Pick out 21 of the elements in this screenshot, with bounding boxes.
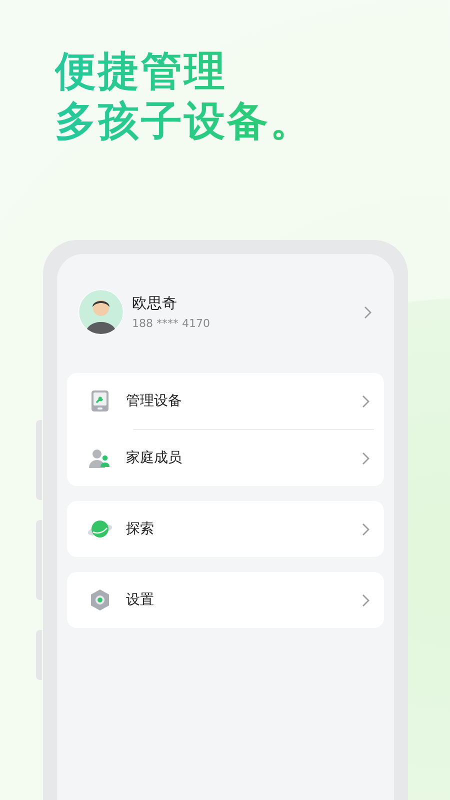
user-name: 欧思奇 [132,292,178,312]
menu-item[interactable]: 家庭成员 [67,430,384,486]
profile-row[interactable]: 欧思奇 188 **** 4170 [67,289,384,335]
planet-icon [87,519,113,539]
avatar [78,289,124,335]
chevron-right-icon [362,594,370,606]
chevron-right-icon [362,452,370,464]
menu-label: 探索 [126,520,155,538]
menu-label: 管理设备 [126,392,183,410]
chevron-right-icon [364,306,372,318]
chevron-right-icon [362,394,370,408]
chevron-right-icon [362,522,370,536]
menu-item[interactable]: 探索 [67,501,384,557]
phone-number: 188 **** 4170 [132,316,211,332]
phone-wrench-icon [91,390,109,412]
menu-item[interactable]: 设置 [67,572,384,628]
settings-icon [90,589,110,611]
people-icon [89,448,111,468]
menu-label: 家庭成员 [126,448,183,468]
menu-label: 设置 [126,590,155,610]
menu-item[interactable]: 管理设备 [67,373,384,429]
